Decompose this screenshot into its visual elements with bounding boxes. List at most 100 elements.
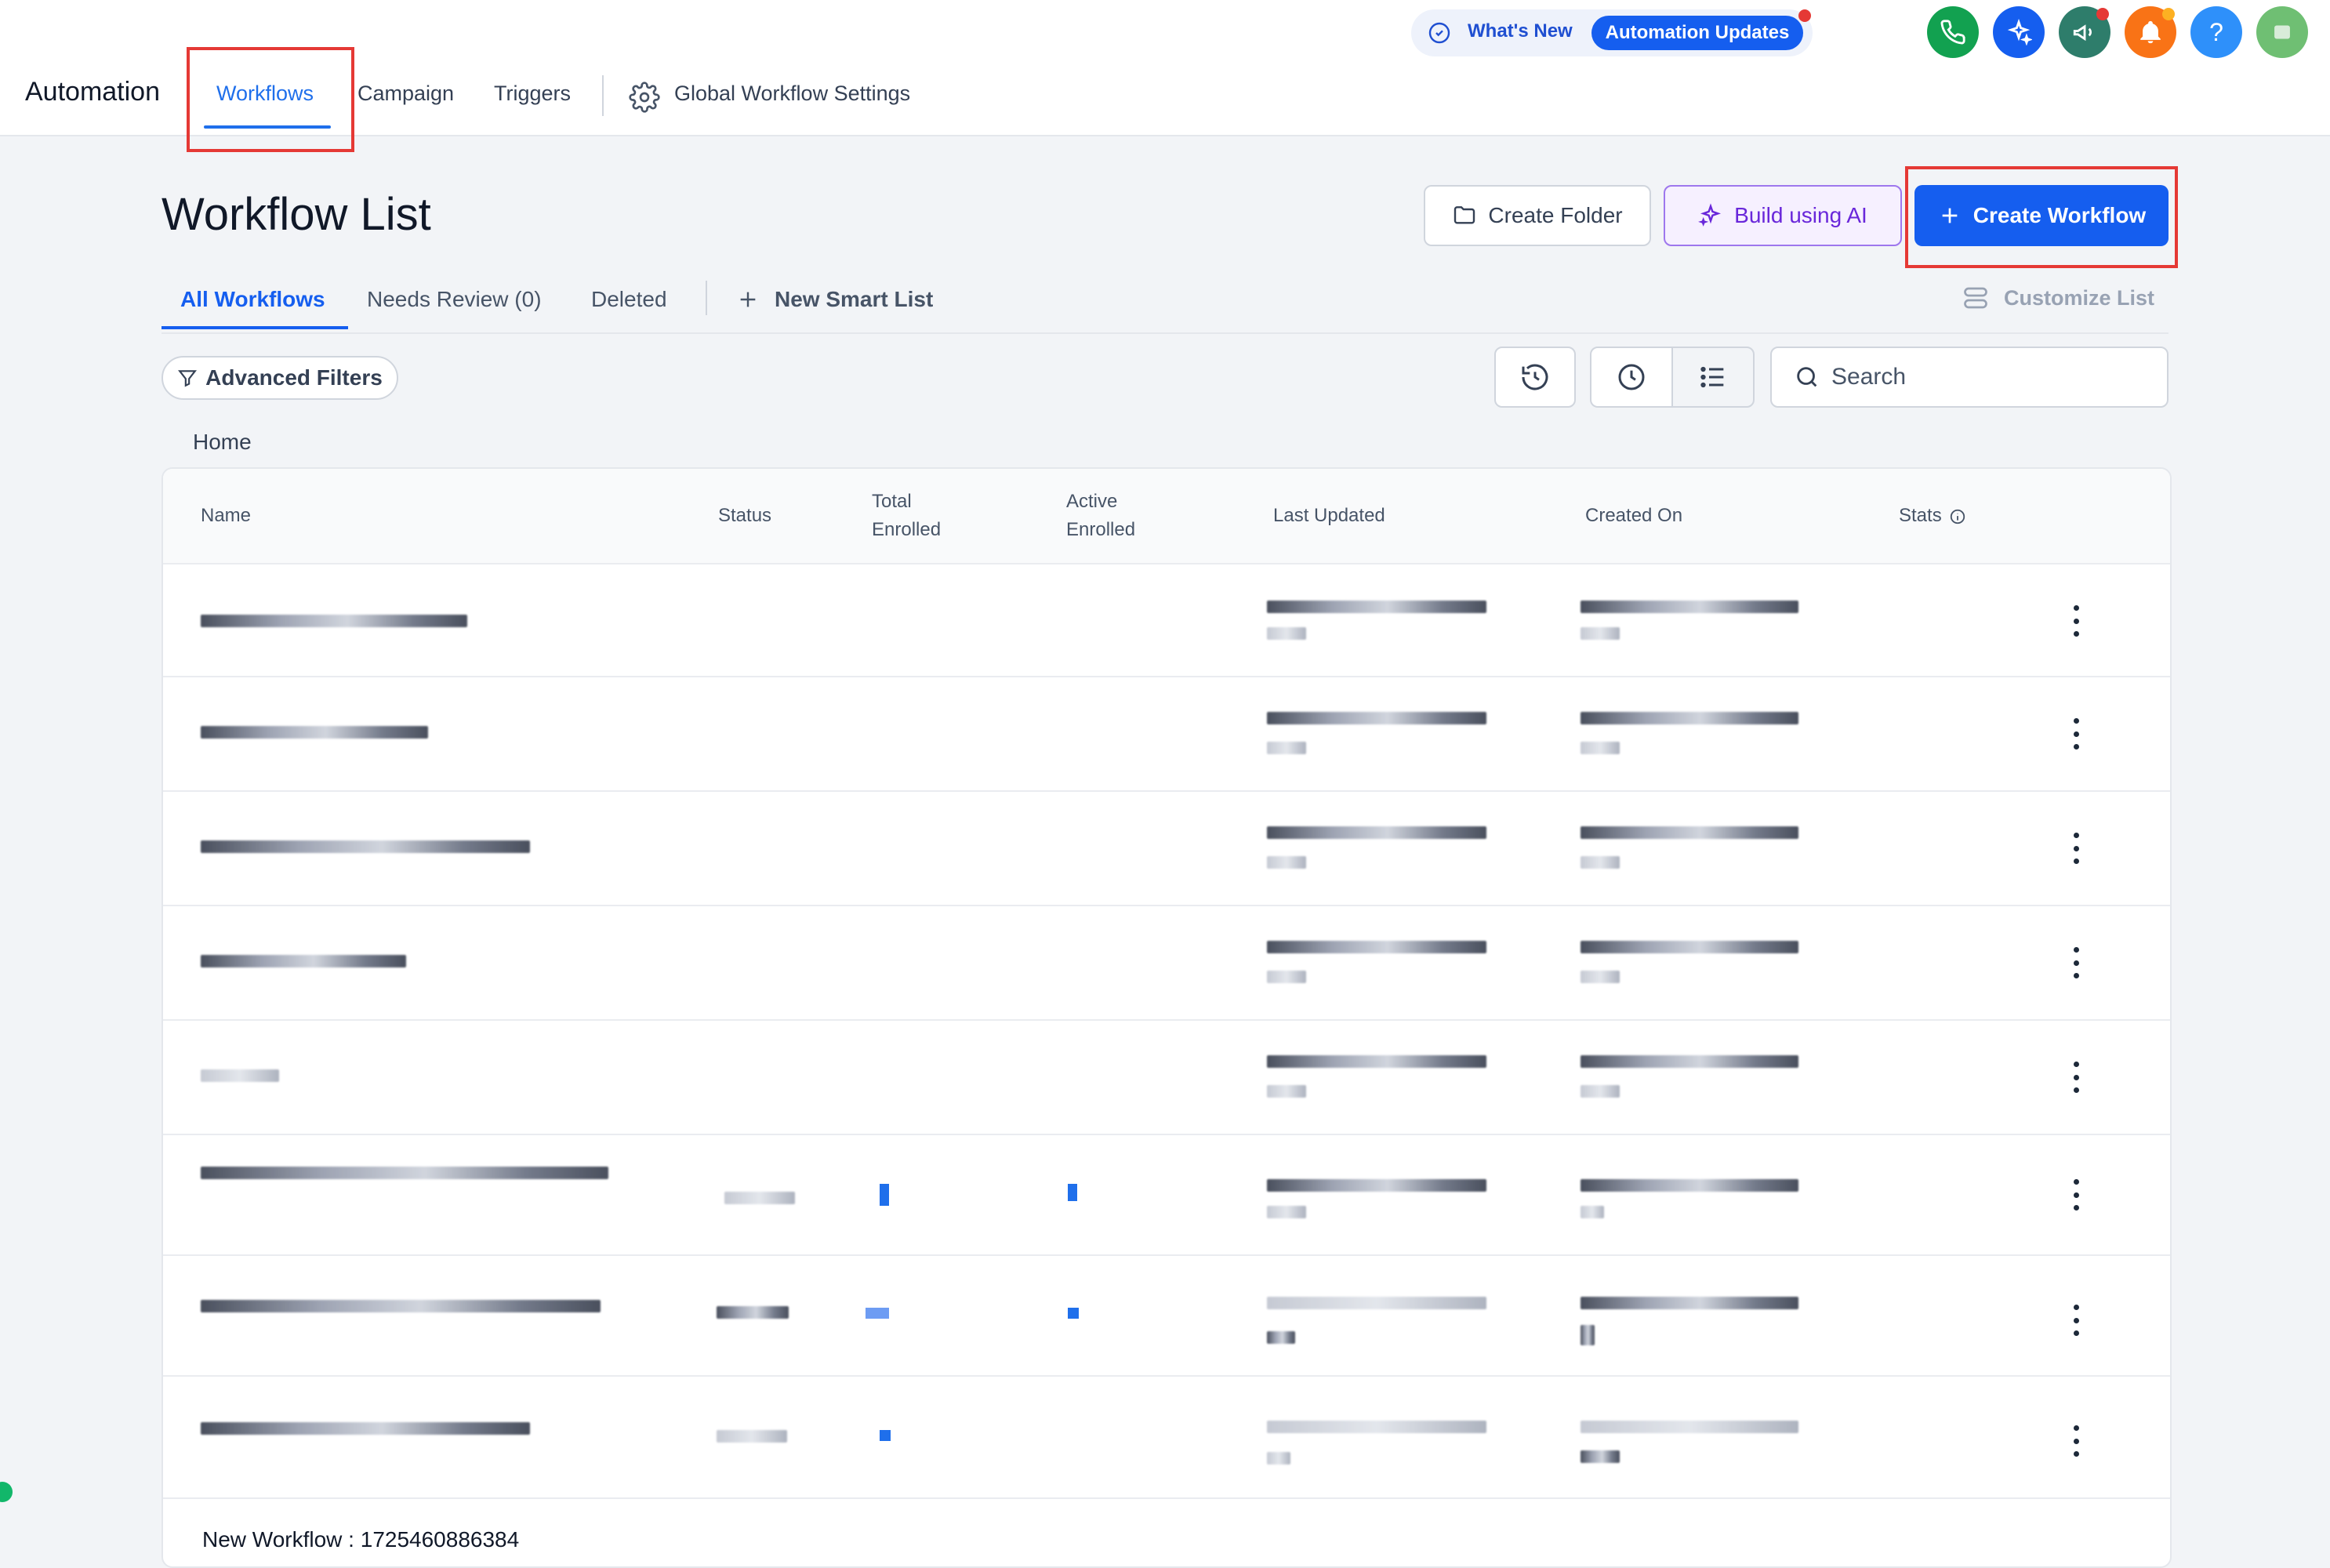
customize-columns-icon	[1964, 287, 1987, 309]
table-row[interactable]: New Workflow : 1725460886384	[163, 1497, 2170, 1566]
advanced-filters-button[interactable]: Advanced Filters	[162, 356, 398, 400]
column-last-updated[interactable]: Last Updated	[1273, 502, 1385, 530]
restore-icon	[1522, 364, 1548, 390]
recent-view-toggle[interactable]	[1590, 347, 1673, 408]
table-row[interactable]	[163, 563, 2170, 677]
help-button[interactable]: ?	[2190, 6, 2242, 58]
column-created-on[interactable]: Created On	[1585, 502, 1682, 530]
search-field[interactable]	[1770, 347, 2168, 408]
table-row[interactable]	[163, 1254, 2170, 1377]
avatar[interactable]	[2256, 6, 2308, 58]
table-row[interactable]	[163, 905, 2170, 1021]
search-icon	[1797, 367, 1817, 387]
whats-new-banner[interactable]: What's New Automation Updates	[1411, 9, 1813, 56]
row-actions-menu[interactable]	[2071, 605, 2081, 637]
ai-sparkle-icon	[2007, 19, 2032, 45]
notification-dot	[2096, 8, 2109, 20]
active-subtab-indicator	[162, 326, 348, 329]
new-smart-list-label: New Smart List	[775, 287, 934, 311]
created-on-redacted	[1581, 1297, 1798, 1309]
row-actions-menu[interactable]	[2071, 1062, 2081, 1093]
active-enrolled-redacted	[1068, 1184, 1077, 1201]
new-smart-list-button[interactable]: New Smart List	[735, 287, 933, 312]
status-redacted	[717, 1430, 787, 1443]
column-total-enrolled-line2[interactable]: Enrolled	[872, 516, 941, 544]
ai-assistant-button[interactable]	[1993, 6, 2045, 58]
announcements-button[interactable]	[2059, 6, 2110, 58]
total-enrolled-redacted	[866, 1308, 889, 1319]
created-on-redacted	[1581, 1325, 1595, 1345]
table-row[interactable]	[163, 790, 2170, 906]
chat-widget-launcher[interactable]	[0, 1482, 13, 1502]
column-active-enrolled-line2[interactable]: Enrolled	[1066, 516, 1135, 544]
table-row[interactable]	[163, 1019, 2170, 1135]
global-workflow-settings-link[interactable]: Global Workflow Settings	[674, 82, 910, 106]
row-actions-menu[interactable]	[2071, 1179, 2081, 1210]
created-on-redacted	[1581, 1179, 1798, 1192]
created-on-redacted	[1581, 1055, 1798, 1068]
folder-icon	[1454, 206, 1475, 224]
created-on-redacted	[1581, 826, 1798, 839]
gear-icon[interactable]	[629, 82, 660, 113]
build-using-ai-label: Build using AI	[1734, 203, 1867, 227]
phone-button[interactable]	[1927, 6, 1979, 58]
total-enrolled-redacted	[880, 1184, 889, 1206]
create-folder-button[interactable]: Create Folder	[1424, 185, 1651, 246]
column-total-enrolled-line1[interactable]: Total	[872, 488, 912, 516]
nav-divider	[602, 75, 604, 116]
info-icon[interactable]	[1949, 508, 1966, 525]
history-button[interactable]	[1494, 347, 1576, 408]
announcement-icon	[1428, 22, 1450, 44]
phone-icon	[1940, 20, 1965, 45]
total-enrolled-redacted	[880, 1430, 891, 1441]
whats-new-label: What's New	[1468, 20, 1573, 42]
status-redacted	[724, 1192, 795, 1204]
search-input[interactable]	[1830, 363, 2147, 391]
workflow-name-redacted	[201, 726, 428, 739]
last-updated-redacted	[1267, 1055, 1486, 1068]
build-using-ai-button[interactable]: Build using AI	[1664, 185, 1902, 246]
breadcrumb[interactable]: Home	[193, 430, 252, 455]
tab-needs-review[interactable]: Needs Review (0)	[367, 287, 542, 312]
column-active-enrolled-line1[interactable]: Active	[1066, 488, 1117, 516]
list-view-toggle[interactable]	[1671, 347, 1755, 408]
created-on-redacted	[1581, 742, 1620, 754]
column-status[interactable]: Status	[718, 502, 771, 530]
tab-triggers[interactable]: Triggers	[494, 82, 571, 106]
customize-list-button[interactable]: Customize List	[1962, 284, 2154, 312]
notification-dot	[2162, 8, 2175, 20]
column-stats[interactable]: Stats	[1899, 502, 1942, 530]
last-updated-redacted	[1267, 627, 1306, 640]
table-header: Name Status Total Enrolled Active Enroll…	[163, 469, 2170, 564]
tab-deleted[interactable]: Deleted	[591, 287, 667, 312]
last-updated-redacted	[1267, 742, 1306, 754]
automation-updates-pill[interactable]: Automation Updates	[1591, 16, 1803, 50]
last-updated-redacted	[1267, 1206, 1306, 1218]
filter-icon	[178, 370, 198, 387]
highlight-box-workflows-tab	[187, 47, 354, 152]
created-on-redacted	[1581, 1421, 1798, 1433]
row-actions-menu[interactable]	[2071, 833, 2081, 864]
tab-campaign[interactable]: Campaign	[357, 82, 454, 106]
workflow-name-redacted	[201, 840, 530, 853]
table-row[interactable]	[163, 1375, 2170, 1499]
created-on-redacted	[1581, 1085, 1620, 1098]
workflow-name-redacted	[201, 615, 467, 627]
last-updated-redacted	[1267, 1085, 1306, 1098]
row-actions-menu[interactable]	[2071, 1425, 2081, 1457]
highlight-box-create-workflow	[1905, 166, 2178, 268]
row-actions-menu[interactable]	[2071, 1305, 2081, 1336]
notifications-button[interactable]	[2125, 6, 2176, 58]
status-redacted	[717, 1306, 789, 1319]
last-updated-redacted	[1267, 826, 1486, 839]
column-name[interactable]: Name	[201, 502, 251, 530]
last-updated-redacted	[1267, 601, 1486, 613]
table-row[interactable]	[163, 676, 2170, 792]
workflow-name[interactable]: New Workflow : 1725460886384	[202, 1527, 519, 1552]
table-row[interactable]	[163, 1134, 2170, 1256]
tab-all-workflows[interactable]: All Workflows	[180, 287, 325, 312]
last-updated-redacted	[1267, 971, 1306, 983]
row-actions-menu[interactable]	[2071, 718, 2081, 750]
row-actions-menu[interactable]	[2071, 947, 2081, 978]
last-updated-redacted	[1267, 1331, 1295, 1344]
